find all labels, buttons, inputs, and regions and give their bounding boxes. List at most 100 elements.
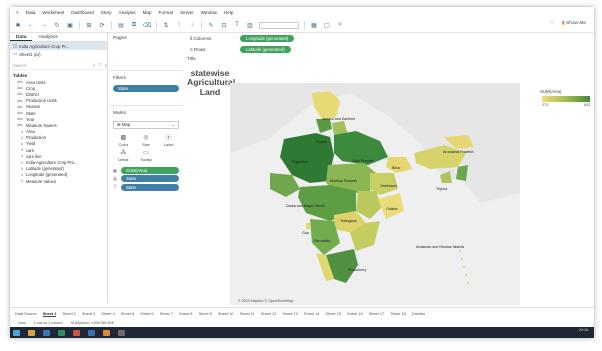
sheet-tab[interactable]: Sheet 3 [82,311,95,316]
search-icon[interactable]: ⌕ [93,63,95,68]
sheet-tab[interactable]: Sheet 4 [101,311,114,316]
sort-asc-icon[interactable]: ↑ [175,21,183,29]
label-icon[interactable]: T [233,21,241,29]
map-attribution[interactable]: © 2023 Mapbox © OpenStreetMap [238,299,293,303]
datasource-item[interactable]: ◫ India Agriculture Crop Pr... [10,42,107,50]
mark-pill-state[interactable]: State [121,175,179,182]
share-icon[interactable]: < [336,21,344,29]
sheet-tab[interactable]: Sheet 11 [239,311,254,316]
menu-worksheet[interactable]: Worksheet [42,10,64,15]
redo-icon[interactable]: ↻ [53,21,61,29]
field-search-input[interactable]: Search ⌕ ▽ ≡ [10,61,107,70]
view-title[interactable]: statewise Agricultural Land [187,68,235,97]
view-options-icon[interactable]: ≡ [104,63,107,68]
datasource-item[interactable]: ▭ Sheet1 (ar) [10,50,107,58]
tab-data-source[interactable]: Data Source [15,311,37,316]
excel-icon[interactable] [58,329,65,336]
state-bihar[interactable] [386,157,412,173]
sheet-tab[interactable]: Sheet 13 [282,311,298,316]
columns-pill-longitude[interactable]: Longitude (generated) [240,35,295,42]
sheet-tab[interactable]: Sheet 1 [42,311,57,317]
state-chhattisgarh[interactable] [356,191,382,219]
powerpoint-icon[interactable] [73,329,80,336]
pause-updates-icon[interactable]: ⟳ [98,21,106,29]
menu-server[interactable]: Server [180,10,194,15]
map-view[interactable]: Jammu and Kashmir Punjab Rajasthan Uttar… [230,83,520,305]
mark-pill-state[interactable]: State [121,183,179,191]
tab-data[interactable]: Data [10,33,33,41]
taskbar-clock[interactable]: 23:16 [579,328,588,333]
show-me-button[interactable]: ▮ Show Me [562,21,586,26]
menu-window[interactable]: Window [201,10,217,15]
detail-dots-icon: ⁂ [120,150,127,156]
word-icon[interactable] [88,329,95,336]
state-goa[interactable] [306,223,310,229]
sheet-tab[interactable]: Sheet 14 [304,311,320,316]
mark-pill-sum-area[interactable]: SUM(Area) [121,166,179,174]
sheet-tab[interactable]: Sheet 17 [369,311,385,316]
group-icon[interactable]: ⊡ [220,21,228,29]
sheet-tab[interactable]: Sheet 7 [160,311,173,316]
tableau-logo-icon[interactable]: ✱ [14,21,22,29]
sheet-tab[interactable]: Sheet 16 [347,311,363,316]
color-button[interactable]: ▩ Color [113,134,134,147]
back-icon[interactable]: ← [27,21,35,29]
sheet-tab[interactable]: Sheet 18 [390,311,406,316]
rows-pill-latitude[interactable]: Latitude (generated) [240,46,291,53]
sheet-tab[interactable]: Sheet 2 [62,311,75,316]
new-datasource-icon[interactable]: ⊞ [85,21,93,29]
tooltip-button[interactable]: ▭ Tooltip [136,149,157,162]
detail-button[interactable]: ⁂ Detail [113,149,134,162]
clear-sheet-icon[interactable]: ⌫ [143,21,151,29]
field-item[interactable]: # Measure Values [10,178,107,184]
color-legend[interactable]: SUM(Area) 273 643 [538,89,594,121]
new-sheet-icon[interactable]: ▤ [117,21,125,29]
menu-analysis[interactable]: Analysis [119,10,136,15]
label-button[interactable]: Ⓣ Label [158,134,179,147]
file-explorer-icon[interactable] [28,329,35,336]
menu-story[interactable]: Story [101,10,112,15]
dimension-type-icon: Abc [17,104,23,109]
state-gujarat[interactable] [270,173,300,197]
menu-dashboard[interactable]: Dashboard [71,10,93,15]
sheet-tab[interactable]: Dashbo [412,311,425,316]
sheet-tab[interactable]: Sheet 8 [179,311,192,316]
windows-start-icon[interactable] [13,329,20,336]
menu-map[interactable]: Map [143,10,152,15]
size-button[interactable]: ◎ Size [136,134,157,147]
show-cards-icon[interactable]: ▦ [310,21,318,29]
filter-icon[interactable]: ▽ [98,62,101,68]
sheet-tab[interactable]: Sheet 6 [140,311,153,316]
map-label-dadra: Dadra and Nagar Haveli [286,204,325,208]
sort-desc-icon[interactable]: ↓ [188,21,196,29]
menu-format[interactable]: Format [159,10,174,15]
sheet-tab[interactable]: Sheet 15 [325,311,341,316]
sheet-tab[interactable]: Sheet 5 [121,311,134,316]
state-odisha[interactable] [378,193,404,219]
tableau-taskbar-icon[interactable] [103,329,110,336]
presentation-icon[interactable]: ▢ [323,21,331,29]
tab-analytics[interactable]: Analytics [32,33,63,41]
highlight-icon[interactable]: ✎ [207,21,215,29]
swap-icon[interactable]: ⇅ [162,21,170,29]
fit-dropdown[interactable] [259,21,299,29]
browser-icon[interactable] [43,329,50,336]
forward-icon[interactable]: → [40,21,48,29]
menu-data[interactable]: Data [26,10,36,15]
sheet-tab[interactable]: Sheet 12 [261,311,277,316]
fix-axes-icon[interactable]: ▥ [246,21,254,29]
map-label-andaman: Andaman and Nicobar Islands [416,245,465,249]
state-punjab[interactable] [316,119,332,133]
sheet-tab[interactable]: Sheet 9 [198,311,211,316]
pages-shelf[interactable] [109,44,183,68]
app-close-icon[interactable]: × [16,10,19,15]
rows-pill-label: Latitude (generated) [246,47,285,52]
menu-help[interactable]: Help [224,10,233,15]
save-icon[interactable]: ▣ [66,21,74,29]
mark-type-dropdown[interactable]: ⊕ Map ⌄ [113,121,179,129]
filter-pill-state[interactable]: State [113,85,179,92]
settings-icon[interactable] [118,329,125,336]
sheet-tab[interactable]: Sheet 10 [218,311,234,316]
duplicate-sheet-icon[interactable]: ⧉ [130,21,138,29]
ask-data-icon[interactable]: ♡ [550,21,554,26]
